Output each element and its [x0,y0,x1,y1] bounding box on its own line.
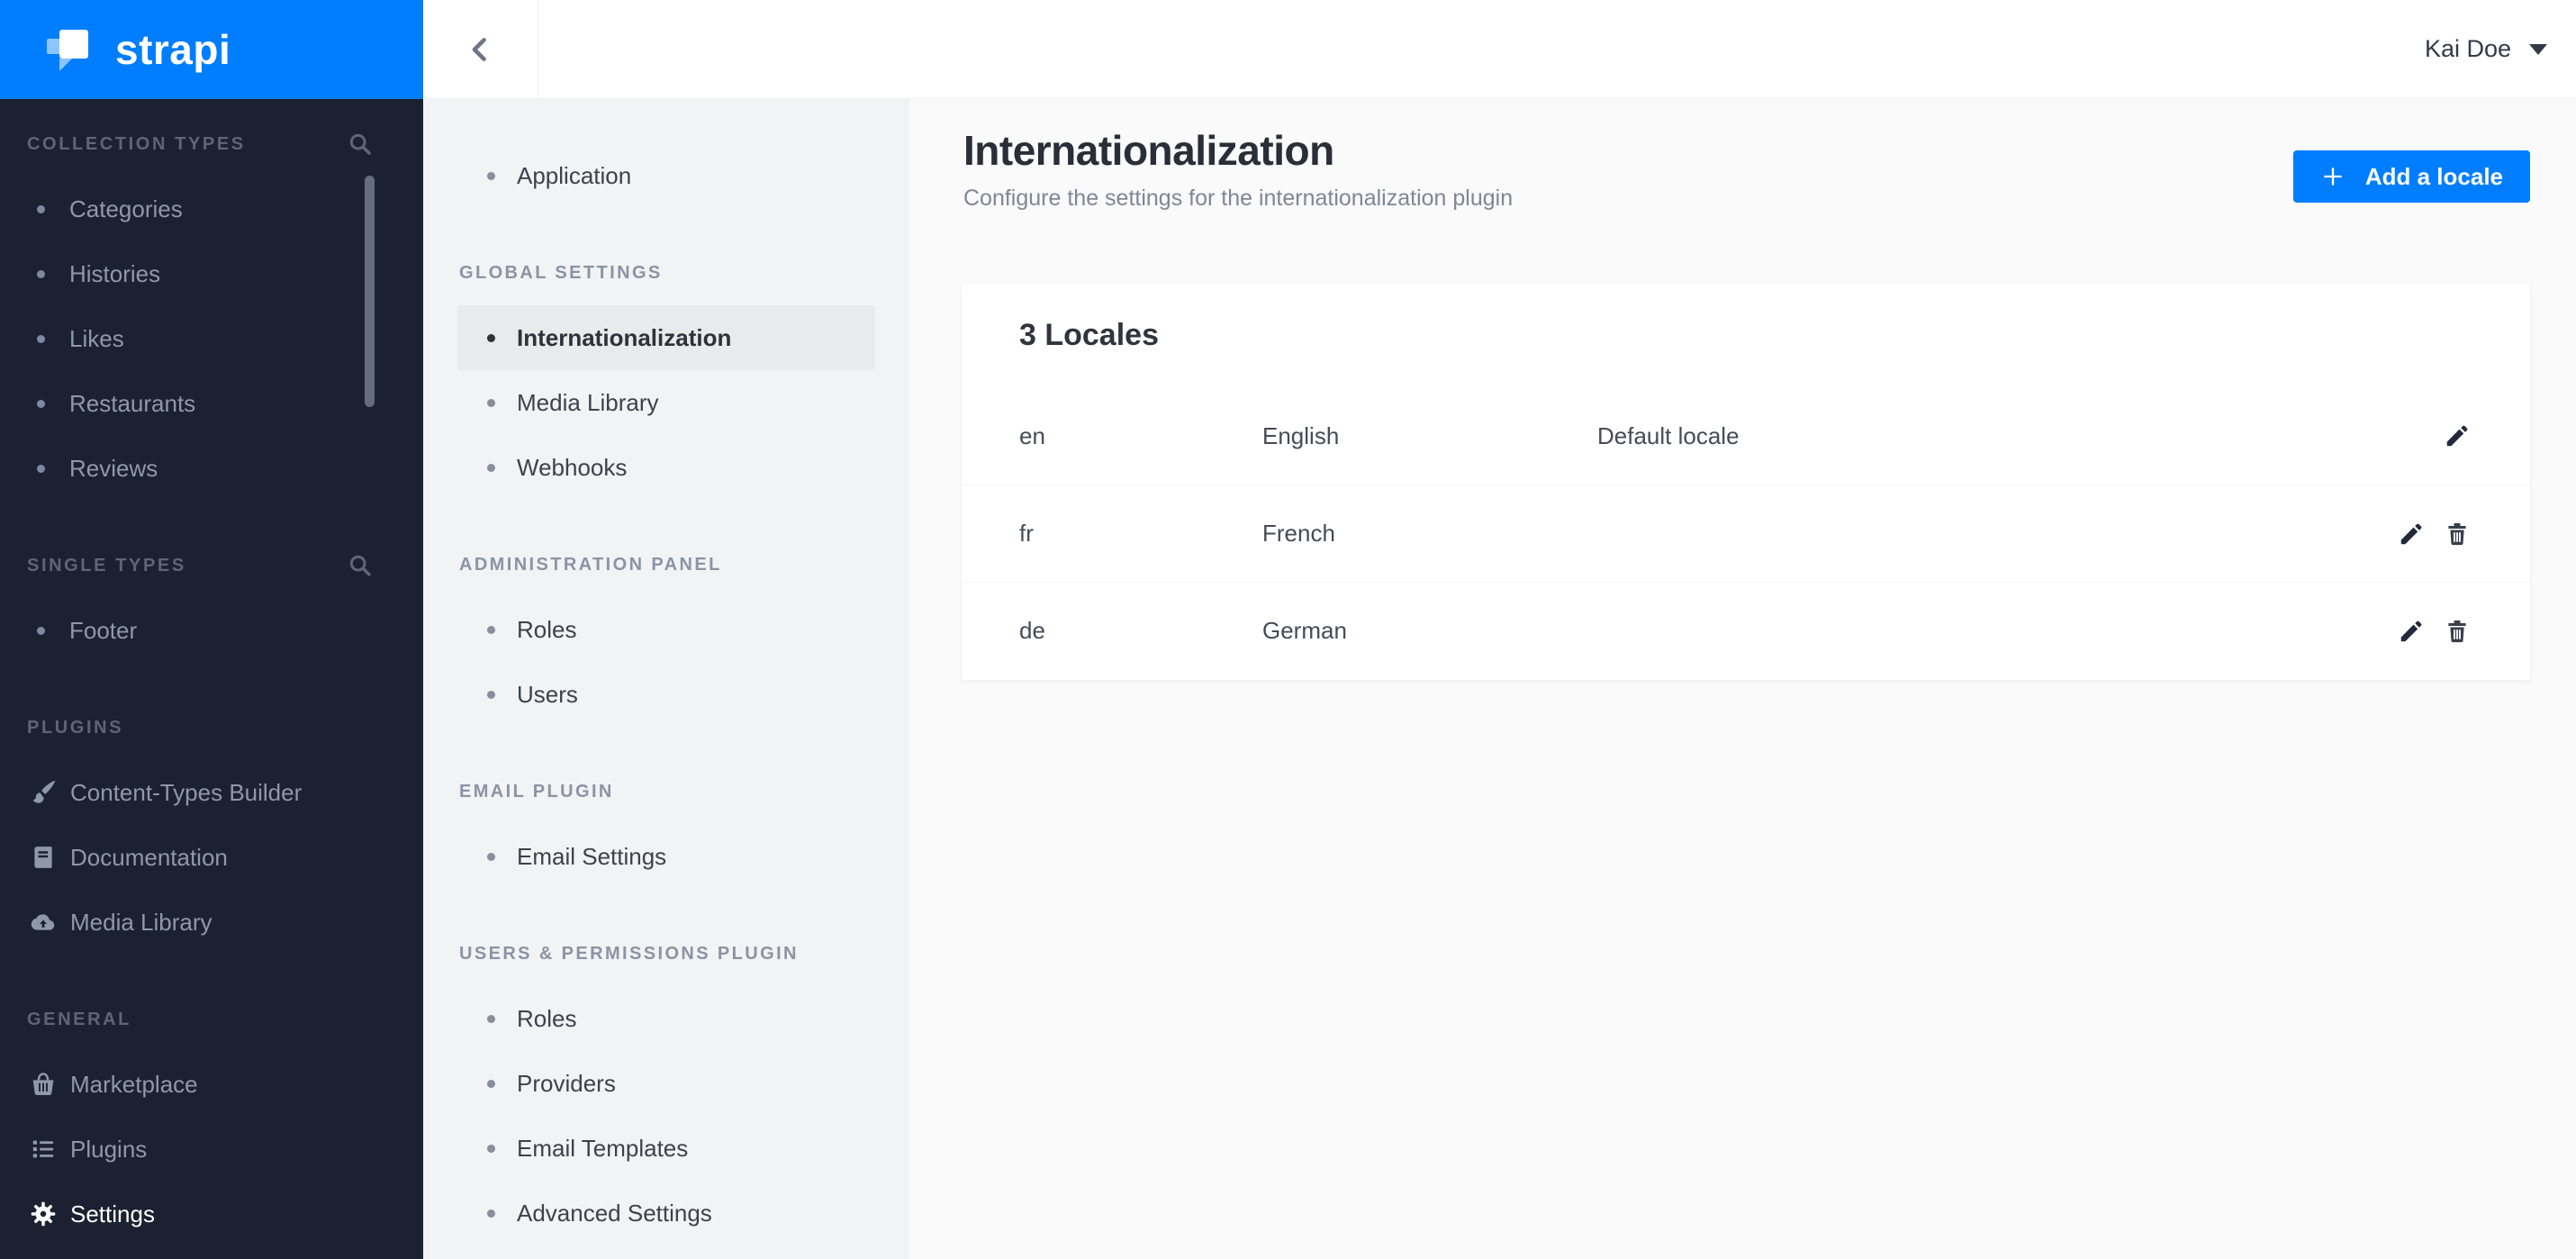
settings-nav-item-up-email-templates[interactable]: Email Templates [457,1116,875,1181]
strapi-logo[interactable]: strapi [0,0,423,99]
delete-locale-button[interactable] [2442,519,2472,549]
user-menu[interactable]: Kai Doe [2425,0,2547,98]
settings-nav-item-admin-users[interactable]: Users [457,662,875,727]
cloud-upload-icon [27,906,59,938]
locale-code: de [1019,617,1045,644]
locale-row-fr: fr French [962,485,2530,582]
settings-nav-item-internationalization[interactable]: Internationalization [457,305,875,370]
settings-nav-header-administration-panel: ADMINISTRATION PANEL [459,554,722,575]
search-icon[interactable] [348,131,373,157]
strapi-logo-icon [47,28,92,71]
settings-nav-item-webhooks[interactable]: Webhooks [457,435,875,500]
bullet-icon [487,1014,495,1023]
settings-nav-item-up-roles[interactable]: Roles [457,986,875,1051]
main-sidebar-nav: COLLECTION TYPES Categories Histories Li… [0,99,423,1246]
section-header-general: GENERAL [27,1009,131,1029]
top-header: Kai Doe [423,0,2576,99]
page-title: Internationalization [963,127,1334,174]
search-icon[interactable] [348,553,373,578]
settings-nav-item-application[interactable]: Application [457,143,875,208]
locale-code: fr [1019,520,1034,547]
user-name: Kai Doe [2424,35,2511,62]
settings-nav-item-admin-roles[interactable]: Roles [457,597,875,662]
sidebar-item-categories[interactable]: Categories [0,177,423,241]
edit-locale-button[interactable] [2396,616,2427,647]
bullet-icon [487,171,495,180]
main-sidebar: strapi COLLECTION TYPES Categories Histo… [0,0,423,1259]
settings-nav-item-up-providers[interactable]: Providers [457,1051,875,1116]
edit-locale-button[interactable] [2396,519,2427,549]
page-subtitle: Configure the settings for the internati… [963,186,1514,211]
bullet-icon [487,333,495,342]
delete-locale-button[interactable] [2442,616,2472,647]
gear-icon [27,1198,59,1230]
section-header-single-types: SINGLE TYPES [0,533,423,598]
brand-name: strapi [115,26,231,73]
locale-row-de: de German [962,582,2530,679]
bullet-icon [37,626,45,635]
section-header-collection-types: COLLECTION TYPES [0,112,423,177]
back-button[interactable] [423,0,538,98]
settings-nav-header-email-plugin: EMAIL PLUGIN [459,781,614,802]
bullet-icon [37,204,45,213]
bullet-icon [37,399,45,408]
bullet-icon [487,625,495,634]
add-locale-button[interactable]: Add a locale [2292,150,2530,203]
bullet-icon [487,398,495,407]
bullet-icon [487,1209,495,1218]
sidebar-item-settings[interactable]: Settings [0,1182,423,1246]
locale-code: en [1019,421,1045,449]
caret-down-icon [2529,43,2547,55]
bullet-icon [487,1079,495,1088]
plus-icon [2320,164,2346,189]
bullet-icon [37,464,45,473]
sidebar-item-content-types-builder[interactable]: Content-Types Builder [0,760,423,825]
row-actions [2396,519,2472,549]
row-actions [2442,421,2472,451]
section-header-plugins: PLUGINS [27,717,124,738]
settings-nav-item-email-settings[interactable]: Email Settings [457,824,875,889]
sidebar-scrollbar-thumb[interactable] [365,176,375,407]
settings-nav-header-users-permissions-plugin: USERS & PERMISSIONS PLUGIN [459,943,799,964]
settings-nav-item-up-advanced-settings[interactable]: Advanced Settings [457,1181,875,1245]
edit-locale-button[interactable] [2442,421,2472,451]
bullet-icon [37,334,45,343]
bullet-icon [487,463,495,472]
sidebar-item-media-library[interactable]: Media Library [0,890,423,955]
locale-name: French [1262,520,1335,547]
bullet-icon [487,1144,495,1153]
chevron-left-icon [465,34,496,65]
locale-name: English [1262,421,1340,449]
main-content: Internationalization Configure the setti… [909,99,2576,1259]
sidebar-item-reviews[interactable]: Reviews [0,436,423,501]
sidebar-item-footer[interactable]: Footer [0,598,423,663]
sidebar-item-plugins[interactable]: Plugins [0,1117,423,1182]
settings-nav-item-media-library[interactable]: Media Library [457,370,875,435]
locales-card-title: 3 Locales [1019,318,1159,352]
row-actions [2396,616,2472,647]
brush-icon [27,776,59,809]
locale-default-label: Default locale [1597,421,1740,449]
locale-row-en: en English Default locale [962,387,2530,485]
locales-card: 3 Locales en English Default locale fr F… [962,284,2530,680]
bullet-icon [487,852,495,861]
list-icon [27,1133,59,1165]
settings-nav-header-global-settings: GLOBAL SETTINGS [459,262,663,283]
basket-icon [27,1068,59,1100]
settings-nav: Application GLOBAL SETTINGS Internationa… [423,99,909,1259]
sidebar-item-marketplace[interactable]: Marketplace [0,1052,423,1117]
sidebar-item-restaurants[interactable]: Restaurants [0,371,423,436]
bullet-icon [37,269,45,278]
sidebar-item-histories[interactable]: Histories [0,241,423,306]
sidebar-item-likes[interactable]: Likes [0,306,423,371]
bullet-icon [487,690,495,699]
book-icon [27,841,59,874]
locale-name: German [1262,617,1347,644]
sidebar-item-documentation[interactable]: Documentation [0,825,423,890]
locales-table: en English Default locale fr French de G… [962,387,2530,679]
